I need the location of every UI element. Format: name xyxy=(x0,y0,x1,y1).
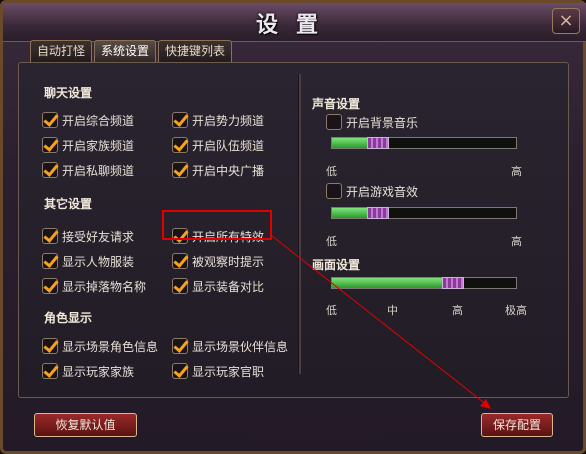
checkbox-label: 开启势力频道 xyxy=(192,113,265,128)
graphics-quality-slider[interactable] xyxy=(331,277,517,289)
highlight-box xyxy=(162,210,272,240)
checkbox-label: 接受好友请求 xyxy=(62,229,135,244)
sfx-label: 开启游戏音效 xyxy=(346,184,419,199)
tab-hotkey-list[interactable]: 快捷键列表 xyxy=(158,40,232,62)
checkbox-box[interactable] xyxy=(172,278,188,294)
chat-checkbox-2[interactable]: 开启家族频道 xyxy=(42,135,134,155)
other-checkbox-5[interactable]: 显示装备对比 xyxy=(172,276,264,296)
checkbox-label: 显示玩家家族 xyxy=(62,364,135,379)
bgm-checkbox-box[interactable] xyxy=(326,114,342,130)
checkbox-box[interactable] xyxy=(172,253,188,269)
bgm-checkbox[interactable]: 开启背景音乐 xyxy=(326,112,418,132)
checkbox-label: 开启队伍频道 xyxy=(192,138,265,153)
role-checkbox-2[interactable]: 显示玩家家族 xyxy=(42,361,134,381)
checkbox-box[interactable] xyxy=(172,162,188,178)
checkbox-box[interactable] xyxy=(172,137,188,153)
tab-system-settings[interactable]: 系统设置 xyxy=(94,40,156,62)
checkbox-box[interactable] xyxy=(42,137,58,153)
role-checkbox-3[interactable]: 显示玩家官职 xyxy=(172,361,264,381)
other-checkbox-0[interactable]: 接受好友请求 xyxy=(42,226,134,246)
checkbox-label: 显示掉落物名称 xyxy=(62,279,147,294)
checkbox-box[interactable] xyxy=(172,363,188,379)
role-checkbox-0[interactable]: 显示场景角色信息 xyxy=(42,336,158,356)
checkbox-label: 开启私聊频道 xyxy=(62,163,135,178)
column-divider xyxy=(298,74,301,374)
other-settings-heading: 其它设置 xyxy=(44,197,93,211)
checkbox-label: 显示装备对比 xyxy=(192,279,265,294)
sound-settings-heading: 声音设置 xyxy=(312,97,361,111)
bgm-volume-thumb[interactable] xyxy=(367,137,389,149)
tab-auto-fight[interactable]: 自动打怪 xyxy=(30,40,92,62)
graphics-tick-ultra: 极高 xyxy=(505,304,527,317)
chat-checkbox-3[interactable]: 开启队伍频道 xyxy=(172,135,264,155)
bgm-high-label: 高 xyxy=(511,165,522,178)
graphics-tick-medium: 中 xyxy=(387,304,398,317)
display-settings-heading: 画面设置 xyxy=(312,258,361,272)
checkbox-label: 显示场景角色信息 xyxy=(62,339,159,354)
checkbox-label: 显示人物服装 xyxy=(62,254,135,269)
close-button[interactable]: × xyxy=(552,8,580,34)
checkbox-box[interactable] xyxy=(42,162,58,178)
window-title: 设置 xyxy=(255,13,336,38)
checkbox-box[interactable] xyxy=(42,253,58,269)
chat-checkbox-4[interactable]: 开启私聊频道 xyxy=(42,160,134,180)
checkbox-box[interactable] xyxy=(172,112,188,128)
other-checkbox-3[interactable]: 被观察时提示 xyxy=(172,251,264,271)
graphics-quality-thumb[interactable] xyxy=(442,277,464,289)
checkbox-label: 开启综合频道 xyxy=(62,113,135,128)
reset-defaults-button[interactable]: 恢复默认值 xyxy=(34,413,137,437)
checkbox-box[interactable] xyxy=(42,228,58,244)
sfx-low-label: 低 xyxy=(326,235,337,248)
checkbox-box[interactable] xyxy=(42,278,58,294)
sfx-checkbox[interactable]: 开启游戏音效 xyxy=(326,181,418,201)
role-display-heading: 角色显示 xyxy=(44,311,93,325)
chat-checkbox-1[interactable]: 开启势力频道 xyxy=(172,110,264,130)
checkbox-box[interactable] xyxy=(42,338,58,354)
checkbox-label: 开启中央广播 xyxy=(192,163,265,178)
chat-checkbox-5[interactable]: 开启中央广播 xyxy=(172,160,264,180)
role-checkbox-1[interactable]: 显示场景伙伴信息 xyxy=(172,336,288,356)
bgm-volume-slider[interactable] xyxy=(331,137,517,149)
sfx-volume-slider[interactable] xyxy=(331,207,517,219)
bgm-low-label: 低 xyxy=(326,165,337,178)
graphics-tick-low: 低 xyxy=(326,304,337,317)
bgm-label: 开启背景音乐 xyxy=(346,115,419,130)
save-config-button[interactable]: 保存配置 xyxy=(481,413,553,437)
other-checkbox-2[interactable]: 显示人物服装 xyxy=(42,251,134,271)
sfx-high-label: 高 xyxy=(511,235,522,248)
checkbox-label: 显示玩家官职 xyxy=(192,364,265,379)
chat-settings-heading: 聊天设置 xyxy=(44,86,93,100)
graphics-tick-high: 高 xyxy=(452,304,463,317)
chat-checkbox-0[interactable]: 开启综合频道 xyxy=(42,110,134,130)
sfx-checkbox-box[interactable] xyxy=(326,183,342,199)
checkbox-box[interactable] xyxy=(42,112,58,128)
checkbox-box[interactable] xyxy=(172,338,188,354)
checkbox-label: 显示场景伙伴信息 xyxy=(192,339,289,354)
graphics-quality-fill xyxy=(332,278,453,288)
sfx-volume-thumb[interactable] xyxy=(367,207,389,219)
other-checkbox-4[interactable]: 显示掉落物名称 xyxy=(42,276,146,296)
checkbox-box[interactable] xyxy=(42,363,58,379)
title-bar[interactable]: 设置 × xyxy=(3,3,586,42)
checkbox-label: 被观察时提示 xyxy=(192,254,265,269)
checkbox-label: 开启家族频道 xyxy=(62,138,135,153)
